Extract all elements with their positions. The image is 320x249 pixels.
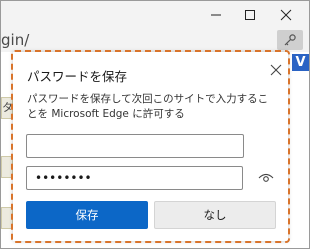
maximize-button[interactable] (233, 1, 267, 29)
window-close-button[interactable] (269, 1, 303, 29)
password-key-button[interactable] (277, 30, 303, 50)
page-edge-strip-2 (1, 156, 13, 178)
maximize-icon (245, 10, 255, 20)
minimize-icon (211, 14, 221, 16)
page-edge-strip-3 (1, 207, 13, 229)
dialog-description: パスワードを保存して次回このサイトで入力することを Microsoft Edge… (27, 93, 269, 120)
dialog-close-button[interactable] (268, 62, 284, 78)
username-field[interactable] (26, 134, 244, 158)
minimize-button[interactable] (199, 1, 233, 29)
dialog-title: パスワードを保存 (27, 69, 128, 84)
eye-icon (258, 173, 274, 182)
save-password-dialog: パスワードを保存 パスワードを保存して次回このサイトで入力することを Micro… (13, 52, 288, 241)
no-button[interactable]: なし (154, 201, 276, 229)
save-button[interactable]: 保存 (26, 201, 148, 229)
reveal-password-button[interactable] (256, 170, 276, 186)
title-bar (1, 1, 309, 31)
close-icon (270, 64, 282, 76)
address-text: gin/ (1, 31, 30, 49)
address-bar[interactable]: gin/ (1, 29, 309, 51)
close-icon (280, 9, 292, 21)
page-edge-strip: タ (1, 97, 13, 119)
page-edge-block: V (292, 54, 309, 71)
key-icon (284, 34, 296, 46)
password-field[interactable] (26, 166, 243, 190)
